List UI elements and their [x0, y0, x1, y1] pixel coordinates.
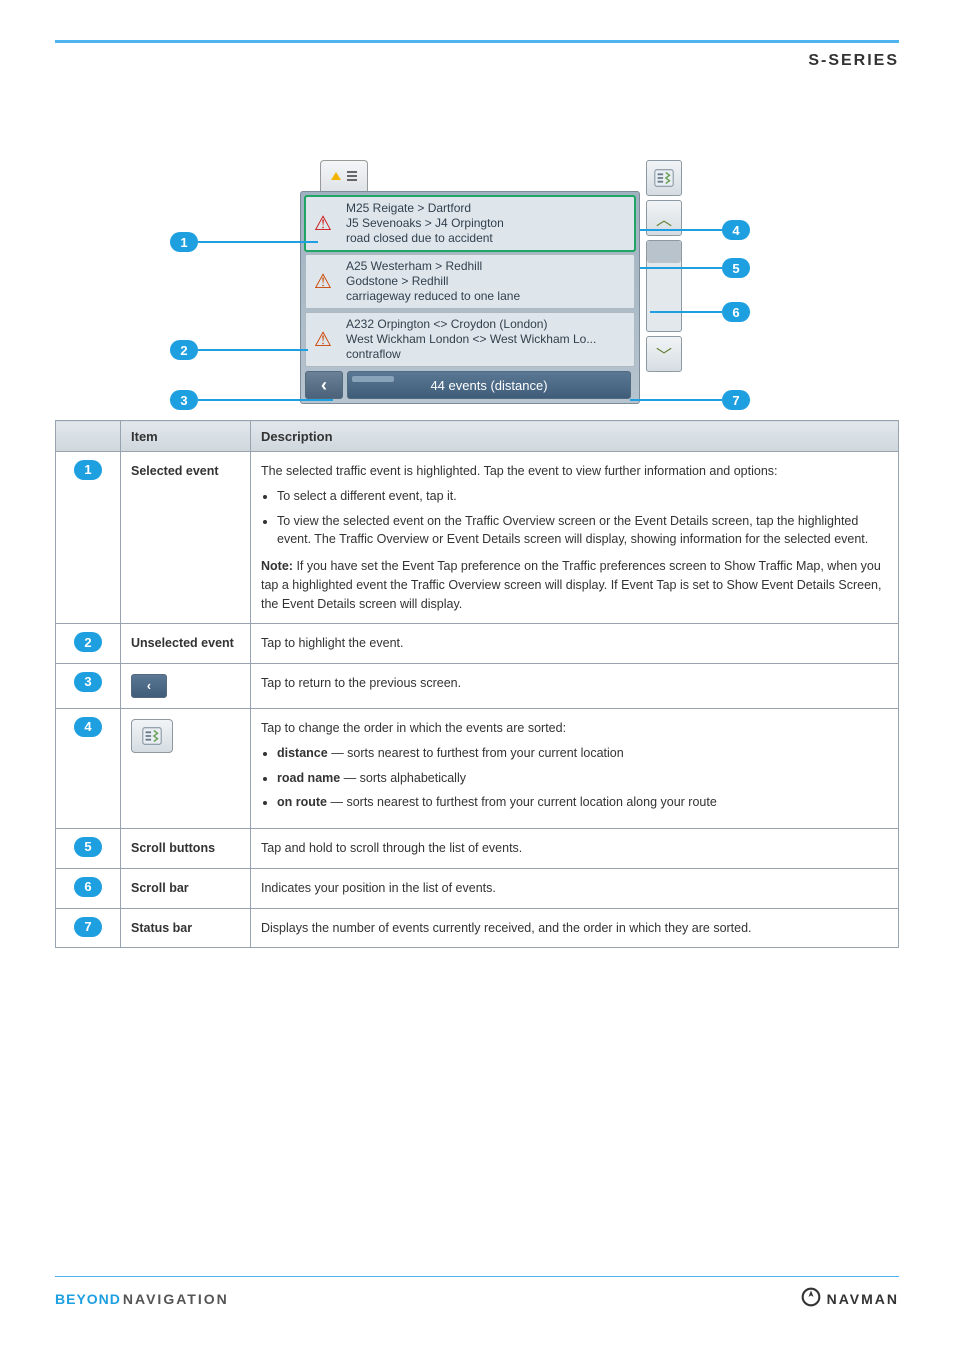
callout-1: 1	[170, 232, 198, 252]
traffic-tab-icon[interactable]	[320, 160, 368, 191]
status-text: 44 events (distance)	[430, 378, 547, 393]
event-row-selected[interactable]: ⚠ M25 Reigate > Dartford J5 Sevenoaks > …	[305, 196, 635, 251]
roadworks-icon: ⚠	[306, 255, 340, 308]
callout-7: 7	[722, 390, 750, 410]
scroll-bar[interactable]	[646, 240, 682, 332]
callout-4: 4	[722, 220, 750, 240]
description-table: Item Description 1 Selected event The se…	[55, 420, 899, 948]
row-desc: Tap to return to the previous screen.	[251, 664, 899, 709]
series-label: S-SERIES	[808, 52, 899, 70]
row-desc: The selected traffic event is highlighte…	[251, 452, 899, 624]
navman-logo-icon	[801, 1287, 821, 1310]
sort-button[interactable]	[646, 160, 682, 196]
th-item: Item	[121, 421, 251, 452]
callout-6: 6	[722, 302, 750, 322]
event-text: A232 Orpington <> Croydon (London) West …	[340, 313, 634, 366]
progress-indicator	[352, 376, 394, 382]
row-item: ‹	[121, 664, 251, 709]
table-row: 5 Scroll buttons Tap and hold to scroll …	[56, 829, 899, 869]
sort-icon	[131, 719, 173, 753]
row-number: 6	[74, 877, 102, 897]
table-row: 6 Scroll bar Indicates your position in …	[56, 868, 899, 908]
row-number: 3	[74, 672, 102, 692]
events-panel: ︿ ﹀ ⚠ M25 Reigate > Dartford J5 Sevenoak…	[300, 191, 640, 404]
event-text: M25 Reigate > Dartford J5 Sevenoaks > J4…	[340, 197, 634, 250]
row-desc: Displays the number of events currently …	[251, 908, 899, 948]
row-number: 5	[74, 837, 102, 857]
event-row[interactable]: ⚠ A25 Westerham > Redhill Godstone > Red…	[305, 254, 635, 309]
th-blank	[56, 421, 121, 452]
callout-2: 2	[170, 340, 198, 360]
row-number: 1	[74, 460, 102, 480]
row-number: 7	[74, 917, 102, 937]
back-icon: ‹	[131, 674, 167, 698]
row-item: Scroll bar	[121, 868, 251, 908]
row-desc: Tap to change the order in which the eve…	[251, 709, 899, 829]
traffic-events-screenshot: ︿ ﹀ ⚠ M25 Reigate > Dartford J5 Sevenoak…	[300, 160, 640, 404]
status-bar: 44 events (distance)	[347, 371, 631, 399]
roadworks-icon: ⚠	[306, 313, 340, 366]
callout-3: 3	[170, 390, 198, 410]
row-item: Unselected event	[121, 624, 251, 664]
scroll-down-button[interactable]: ﹀	[646, 336, 682, 372]
row-number: 4	[74, 717, 102, 737]
row-item: Status bar	[121, 908, 251, 948]
row-desc: Tap and hold to scroll through the list …	[251, 829, 899, 869]
table-row: 3 ‹ Tap to return to the previous screen…	[56, 664, 899, 709]
callout-5: 5	[722, 258, 750, 278]
th-desc: Description	[251, 421, 899, 452]
row-item: Scroll buttons	[121, 829, 251, 869]
top-rule	[55, 40, 899, 43]
row-item: Selected event	[121, 452, 251, 624]
table-row: 7 Status bar Displays the number of even…	[56, 908, 899, 948]
row-item	[121, 709, 251, 829]
scroll-thumb	[647, 241, 681, 263]
table-row: 2 Unselected event Tap to highlight the …	[56, 624, 899, 664]
back-button[interactable]: ‹	[305, 371, 343, 399]
footer-left: BEYONDNAVIGATION	[55, 1291, 229, 1307]
footer-right: NAVMAN	[801, 1287, 899, 1310]
event-row[interactable]: ⚠ A232 Orpington <> Croydon (London) Wes…	[305, 312, 635, 367]
road-closed-icon: ⚠	[306, 197, 340, 250]
warning-list-icon	[331, 168, 357, 184]
scroll-up-button[interactable]: ︿	[646, 200, 682, 236]
row-number: 2	[74, 632, 102, 652]
page-footer: BEYONDNAVIGATION NAVMAN	[55, 1276, 899, 1310]
event-text: A25 Westerham > Redhill Godstone > Redhi…	[340, 255, 634, 308]
table-row: 1 Selected event The selected traffic ev…	[56, 452, 899, 624]
row-desc: Indicates your position in the list of e…	[251, 868, 899, 908]
row-desc: Tap to highlight the event.	[251, 624, 899, 664]
table-row: 4 Tap to change the order in which the e…	[56, 709, 899, 829]
